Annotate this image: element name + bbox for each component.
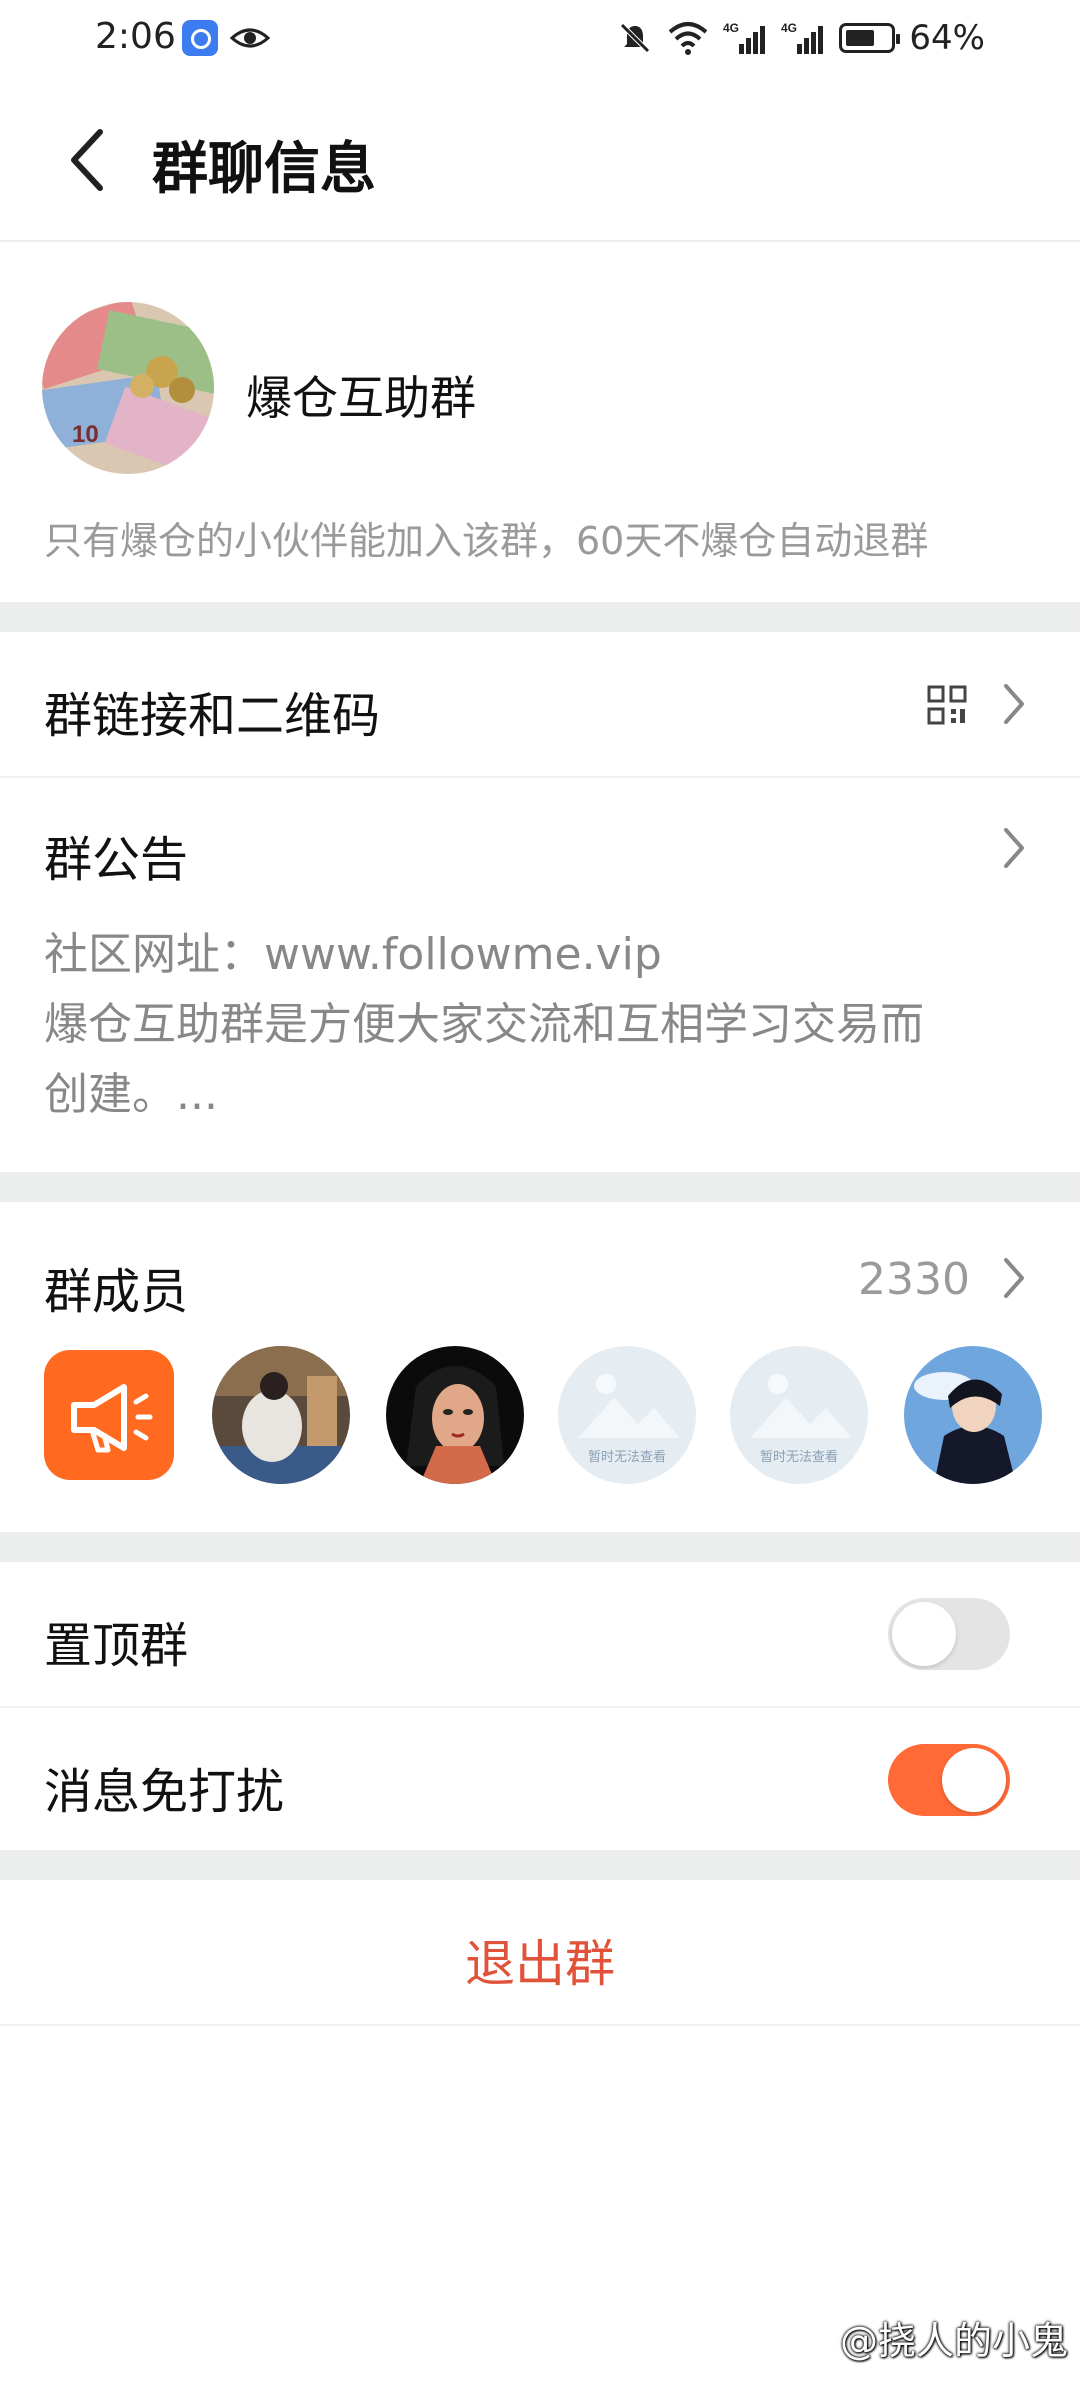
member-avatar-list: 暂时无法查看 暂时无法查看 — [0, 1346, 1080, 1486]
pin-group-label: 置顶群 — [44, 1618, 189, 1674]
battery-percent: 64% — [909, 18, 985, 58]
group-info-page: 2:06 4G 4G 64% 群聊信息 10 爆仓互助群 只有爆仓的小伙伴能加入… — [0, 0, 1080, 2400]
qr-code-icon — [927, 685, 967, 725]
member-avatar-placeholder[interactable]: 暂时无法查看 — [730, 1346, 868, 1484]
wifi-icon — [669, 22, 708, 55]
svg-text:4G: 4G — [723, 21, 739, 35]
group-profile: 10 爆仓互助群 只有爆仓的小伙伴能加入该群，60天不爆仓自动退群 — [0, 240, 1080, 602]
section-divider — [0, 1532, 1080, 1562]
placeholder-text: 暂时无法查看 — [759, 1450, 838, 1465]
notice-line: 创建。... — [44, 1069, 218, 1120]
app-notification-icon — [182, 20, 218, 56]
group-members-label: 群成员 — [44, 1264, 189, 1320]
exit-group-button[interactable]: 退出群 — [0, 1880, 1080, 2026]
do-not-disturb-toggle[interactable] — [888, 1744, 1010, 1816]
megaphone-icon — [71, 1384, 153, 1453]
svg-text:10: 10 — [72, 421, 99, 448]
chevron-left-icon[interactable] — [60, 122, 120, 198]
chevron-right-icon — [1004, 684, 1024, 724]
group-link-qr-row[interactable]: 群链接和二维码 — [0, 632, 1080, 776]
group-avatar[interactable]: 10 — [42, 302, 214, 474]
do-not-disturb-label: 消息免打扰 — [44, 1764, 285, 1820]
group-notice-content: 社区网址：www.followme.vip 爆仓互助群是方便大家交流和互相学习交… — [44, 920, 1024, 1130]
member-avatar[interactable] — [904, 1346, 1042, 1484]
member-avatar-placeholder[interactable]: 暂时无法查看 — [558, 1346, 696, 1484]
notice-line: 爆仓互助群是方便大家交流和互相学习交易而 — [44, 999, 924, 1050]
header: 群聊信息 — [0, 80, 1080, 242]
section-divider — [0, 602, 1080, 632]
group-description: 只有爆仓的小伙伴能加入该群，60天不爆仓自动退群 — [44, 519, 929, 563]
member-avatar[interactable] — [386, 1346, 524, 1484]
status-time: 2:06 — [95, 16, 176, 57]
signal-4g-icon: 4G — [723, 21, 766, 54]
member-avatar[interactable] — [212, 1346, 350, 1484]
mute-icon — [620, 23, 651, 53]
svg-text:4G: 4G — [781, 21, 797, 35]
chevron-right-icon — [1004, 828, 1024, 868]
watermark: @挠人的小鬼 — [839, 2319, 1068, 2363]
toggle-knob — [942, 1748, 1006, 1812]
signal-4g-icon: 4G — [781, 21, 824, 54]
toggle-knob — [892, 1602, 956, 1666]
exit-group-label: 退出群 — [465, 1935, 615, 1993]
group-notice-label: 群公告 — [44, 832, 189, 888]
page-title: 群聊信息 — [152, 137, 376, 202]
status-bar: 2:06 4G 4G 64% — [0, 0, 1080, 80]
do-not-disturb-row: 消息免打扰 — [0, 1708, 1080, 1850]
section-divider — [0, 1172, 1080, 1202]
battery-icon — [839, 23, 901, 53]
notice-line: 社区网址：www.followme.vip — [44, 929, 662, 980]
member-count: 2330 — [858, 1254, 970, 1305]
status-right-icons: 4G 4G 64% — [617, 18, 985, 58]
pin-group-toggle[interactable] — [888, 1598, 1010, 1670]
section-divider — [0, 1850, 1080, 1880]
group-name: 爆仓互助群 — [246, 371, 476, 425]
placeholder-text: 暂时无法查看 — [587, 1450, 666, 1465]
pin-group-row: 置顶群 — [0, 1562, 1080, 1706]
chevron-right-icon — [1004, 1258, 1024, 1298]
eye-icon — [230, 28, 270, 48]
group-link-label: 群链接和二维码 — [44, 688, 381, 744]
member-avatar-announcement[interactable] — [44, 1350, 174, 1480]
